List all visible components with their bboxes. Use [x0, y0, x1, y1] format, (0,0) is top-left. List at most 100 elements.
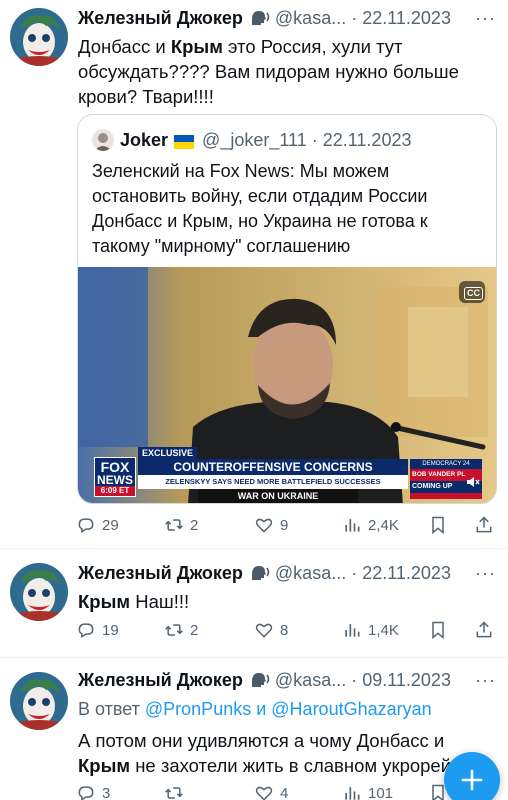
reply-button[interactable]: 19 [76, 620, 119, 640]
author-name[interactable]: Железный Джокер [78, 563, 243, 584]
like-count: 4 [280, 784, 289, 800]
heart-icon [255, 623, 273, 638]
views-button[interactable]: 1,4K [342, 620, 399, 640]
retweet-button[interactable] [164, 783, 190, 800]
share-icon [476, 516, 492, 533]
text-segment: не захотели жить в славном укрорейхе [130, 755, 471, 776]
share-button[interactable] [474, 620, 494, 640]
tweet-date[interactable]: 22.11.2023 [362, 563, 451, 584]
views-button[interactable]: 101 [342, 783, 393, 800]
heart-icon [255, 786, 273, 800]
logo-bottom: NEWS [97, 473, 133, 487]
like-button[interactable]: 8 [254, 620, 288, 640]
mention-link[interactable]: @HaroutGhazaryan [271, 699, 431, 719]
author-name[interactable]: Железный Джокер [78, 8, 243, 29]
ticker: WAR ON UKRAINE [198, 489, 358, 503]
speaking-head-icon [249, 9, 271, 27]
dot-separator: · [346, 7, 363, 28]
more-options-icon[interactable]: ··· [475, 670, 496, 691]
reply-button[interactable]: 29 [76, 515, 119, 535]
tweet-date[interactable]: 09.11.2023 [362, 670, 451, 691]
avatar[interactable] [10, 8, 68, 66]
speaking-head-icon [249, 564, 271, 582]
views-count: 2,4K [368, 516, 399, 534]
fox-logo: FOX NEWS 6:09 ET [94, 457, 136, 497]
text-segment: Наш!!! [130, 591, 190, 612]
heart-icon [255, 518, 273, 533]
plus-icon [461, 769, 483, 791]
mention-link[interactable]: @PronPunks [145, 699, 251, 719]
headline-banner: COUNTEROFFENSIVE CONCERNS ZELENSKYY SAYS… [138, 459, 408, 489]
bookmark-button[interactable] [428, 620, 448, 640]
bookmark-icon [432, 516, 444, 535]
reply-icon [78, 518, 94, 533]
retweet-button[interactable]: 2 [164, 620, 198, 640]
reply-count: 29 [102, 516, 119, 534]
headline: COUNTEROFFENSIVE CONCERNS [138, 459, 408, 475]
tweet-actions: 3 4 101 [76, 780, 496, 800]
tweet-text: Донбасс и Крым это Россия, хули тут обсу… [78, 34, 498, 109]
author-name[interactable]: Железный Джокер [78, 670, 243, 691]
reply-and: и [251, 699, 272, 719]
more-options-icon[interactable]: ··· [475, 8, 496, 29]
dot-separator: · [346, 562, 363, 583]
dot-separator: · [306, 129, 323, 150]
news-video-thumbnail[interactable]: CC FOX NEWS 6:09 ET EXCLUSIVE COUNTEROFF… [78, 267, 496, 503]
reply-context: В ответ @PronPunks и @HaroutGhazaryan [78, 698, 498, 720]
views-count: 1,4K [368, 621, 399, 639]
subhead: ZELENSKYY SAYS NEED MORE BATTLEFIELD SUC… [165, 477, 381, 486]
bookmark-button[interactable] [428, 515, 448, 535]
like-count: 8 [280, 621, 289, 639]
bookmark-icon [432, 621, 444, 640]
author-handle[interactable]: @kasa... [275, 563, 346, 584]
avatar[interactable] [10, 672, 68, 730]
author-handle[interactable]: @kasa... [275, 670, 346, 691]
views-icon [345, 787, 360, 800]
views-count: 101 [368, 784, 394, 800]
reply-icon [78, 786, 94, 800]
views-button[interactable]: 2,4K [342, 515, 399, 535]
side-small: DEMOCRACY 24 [410, 459, 482, 469]
quoted-tweet[interactable]: Joker @_joker_111 · 22.11.2023 Зеленский… [77, 114, 497, 504]
tweet[interactable]: Железный Джокер @kasa... · 22.11.2023 ··… [0, 549, 508, 657]
more-options-icon[interactable]: ··· [475, 563, 496, 584]
text-segment-bold: Крым [78, 591, 131, 612]
mute-icon[interactable] [466, 475, 480, 494]
like-button[interactable]: 4 [254, 783, 288, 800]
time-label: 6:09 ET [95, 486, 135, 496]
retweet-icon [165, 624, 183, 636]
exclusive-tag: EXCLUSIVE [138, 447, 198, 459]
views-icon [345, 519, 360, 532]
share-button[interactable] [474, 515, 494, 535]
text-segment-bold: Крым [170, 36, 223, 57]
tweet-actions: 19 2 8 1,4K [76, 617, 496, 643]
reply-count: 19 [102, 621, 119, 639]
tweet-text: А потом они удивляются а чому Донбасс и … [78, 728, 498, 778]
closed-captions-icon[interactable]: CC [464, 287, 483, 300]
retweet-button[interactable]: 2 [164, 515, 198, 535]
retweet-count: 2 [190, 516, 199, 534]
share-icon [476, 621, 492, 638]
quote-author-handle: @_joker_111 [202, 129, 307, 150]
author-handle[interactable]: @kasa... [275, 8, 346, 29]
avatar[interactable] [10, 563, 68, 621]
tweet-date[interactable]: 22.11.2023 [362, 8, 451, 29]
quote-date: 22.11.2023 [322, 129, 412, 150]
quote-author-name: Joker [120, 129, 169, 150]
retweet-count: 2 [190, 621, 199, 639]
tweet-actions: 29 2 9 2,4K [76, 512, 496, 538]
reply-count: 3 [102, 784, 111, 800]
tweet[interactable]: Железный Джокер @kasa... · 09.11.2023 ··… [0, 658, 508, 800]
ukraine-flag-icon [174, 133, 195, 149]
retweet-icon [165, 519, 183, 531]
logo-top: FOX [100, 459, 130, 475]
quote-text: Зеленский на Fox News: Мы можем останови… [92, 161, 428, 256]
tweet-header: Железный Джокер @kasa... · 09.11.2023 [78, 666, 498, 694]
dot-separator: · [346, 669, 363, 690]
retweet-icon [165, 787, 183, 799]
like-button[interactable]: 9 [254, 515, 288, 535]
tweet[interactable]: Железный Джокер @kasa... · 22.11.2023 ··… [0, 0, 508, 548]
reply-button[interactable]: 3 [76, 783, 110, 800]
compose-tweet-button[interactable] [444, 752, 500, 800]
text-segment-bold: Крым [78, 755, 131, 776]
